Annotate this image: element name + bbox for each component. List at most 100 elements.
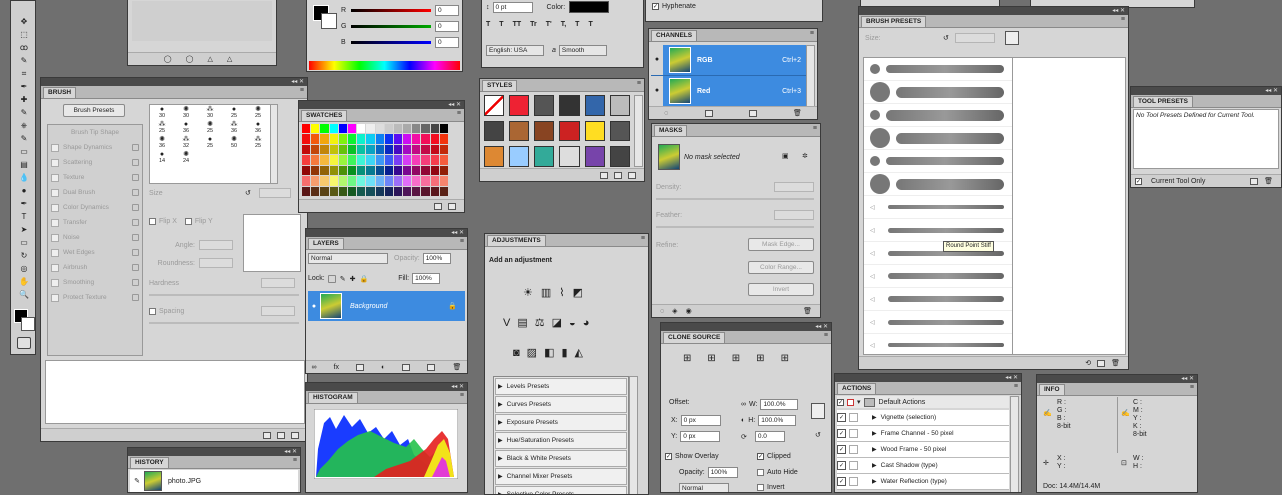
collapse-icon[interactable]: ◂◂ ✕ [284, 449, 297, 455]
color-swatch[interactable] [384, 176, 393, 186]
collapse-icon[interactable]: ◂◂ ✕ [1112, 8, 1125, 14]
color-swatch[interactable] [403, 155, 412, 165]
color-swatch[interactable] [311, 176, 320, 186]
brush-option-item[interactable]: Smoothing [48, 275, 142, 290]
delete-style-icon[interactable] [628, 171, 636, 179]
color-swatch[interactable] [439, 186, 448, 196]
color-swatch[interactable] [421, 165, 430, 176]
delete-swatch-icon[interactable] [448, 202, 456, 210]
red-value-field[interactable]: 0 [435, 5, 459, 16]
tab-styles[interactable]: STYLES [482, 80, 518, 91]
color-swatch[interactable] [357, 155, 366, 165]
type-style-button[interactable]: T [575, 21, 579, 28]
panel-menu-icon[interactable]: ≡ [293, 457, 297, 464]
tab-histogram[interactable]: HISTOGRAM [308, 392, 358, 403]
mask-edge-button[interactable]: Mask Edge... [748, 238, 814, 251]
clone-source-3-icon[interactable]: ⊞ [732, 353, 740, 364]
tab-masks[interactable]: MASKS [654, 125, 688, 136]
brush-option-lock-icon[interactable] [132, 174, 139, 181]
panel-menu-icon[interactable]: ≡ [813, 125, 817, 132]
adjustment-preset-item[interactable]: ▶ Hue/Saturation Presets [495, 432, 627, 449]
style-swatch[interactable] [509, 95, 530, 116]
color-swatch[interactable] [366, 176, 375, 186]
overlay-opacity-field[interactable]: 100% [707, 467, 738, 478]
brush-panel-toggle-icon[interactable] [1004, 31, 1019, 45]
layer-style-icon[interactable]: fx [334, 364, 339, 371]
brush-tip-cell[interactable]: ✺ 25 [246, 105, 270, 120]
style-swatch[interactable] [534, 95, 555, 116]
color-swatch[interactable] [347, 186, 357, 196]
brush-option-checkbox[interactable] [51, 278, 59, 287]
color-swatch[interactable] [403, 165, 412, 176]
color-swatch[interactable] [366, 134, 375, 144]
green-value-field[interactable]: 0 [435, 21, 459, 32]
expand-arrow-icon[interactable]: ▶ [872, 478, 877, 485]
action-item[interactable]: ✓ ▶ Vignette (selection) [837, 410, 1009, 426]
action-set-row[interactable]: ✓ ▾ Default Actions [837, 396, 1009, 408]
healing-brush-tool-icon[interactable]: ✚ [14, 93, 34, 106]
background-color-chip[interactable] [321, 13, 337, 29]
color-swatch[interactable] [320, 155, 329, 165]
type-style-button[interactable]: T, [561, 21, 566, 28]
color-swatch[interactable] [393, 165, 403, 176]
panel-menu-icon[interactable]: ≡ [810, 30, 814, 37]
action-dialog-toggle[interactable] [849, 461, 858, 470]
color-swatch[interactable] [329, 186, 338, 196]
type-tool-icon[interactable]: T [14, 210, 34, 223]
color-swatch[interactable] [329, 165, 338, 176]
style-swatch[interactable] [559, 120, 580, 142]
brush-option-item[interactable]: Brush Tip Shape [48, 125, 142, 140]
color-swatch[interactable] [357, 176, 366, 186]
clone-source-2-icon[interactable]: ⊞ [707, 353, 715, 364]
zoom-tool-icon[interactable]: 🔍 [14, 288, 34, 301]
panel-menu-icon[interactable]: ≡ [641, 235, 645, 242]
brush-preset-item[interactable] [864, 104, 1012, 127]
color-balance-icon[interactable]: ⚖ [535, 316, 545, 329]
path-selection-tool-icon[interactable]: ➤ [14, 223, 34, 236]
color-swatch[interactable] [412, 165, 421, 176]
color-swatch[interactable] [329, 124, 338, 134]
new-layer-icon[interactable] [427, 363, 436, 371]
brush-option-lock-icon[interactable] [132, 249, 139, 256]
tab-history[interactable]: HISTORY [130, 457, 169, 468]
eraser-tool-icon[interactable]: ▭ [14, 145, 34, 158]
gradient-map-icon[interactable]: ▮ [561, 346, 567, 359]
brush-option-checkbox[interactable] [51, 263, 59, 272]
type-style-button[interactable]: T [499, 21, 503, 28]
brush-tip-cell[interactable]: ⁂ 25 [246, 135, 270, 150]
color-swatch[interactable] [384, 155, 393, 165]
clone-stamp-tool-icon[interactable]: ⎈ [14, 119, 34, 132]
spacing-checkbox[interactable] [149, 307, 156, 315]
action-item[interactable]: ✓ ▶ Wood Frame - 50 pixel [837, 442, 1009, 458]
expand-arrow-icon[interactable]: ▶ [498, 383, 503, 390]
brush-tip-cell[interactable]: ● 25 [222, 105, 246, 120]
load-selection-icon[interactable]: ◌ [664, 110, 668, 117]
rotate-icon[interactable]: ⟳ [741, 433, 747, 441]
invert-overlay-checkbox[interactable] [757, 484, 764, 491]
create-new-preset-icon[interactable] [291, 431, 299, 439]
color-range-button[interactable]: Color Range... [748, 261, 814, 274]
color-swatch[interactable] [393, 134, 403, 144]
levels-icon[interactable]: ▥ [541, 286, 551, 299]
vibrance-icon[interactable]: V [503, 317, 510, 329]
color-swatch[interactable] [338, 124, 347, 134]
color-swatch[interactable] [412, 155, 421, 165]
text-color-swatch[interactable] [569, 1, 610, 13]
type-style-button[interactable]: TT [513, 21, 522, 28]
brush-option-lock-icon[interactable] [132, 279, 139, 286]
collapse-icon[interactable]: ◂◂ ✕ [448, 102, 461, 108]
brush-option-item[interactable]: Transfer [48, 215, 142, 230]
color-swatch[interactable] [338, 186, 347, 196]
color-swatch[interactable] [375, 124, 384, 134]
action-toggle-checkbox[interactable]: ✓ [837, 429, 846, 438]
color-swatch[interactable] [366, 165, 375, 176]
color-swatch[interactable] [311, 186, 320, 196]
color-swatch[interactable] [302, 134, 311, 144]
brush-option-checkbox[interactable] [51, 248, 59, 257]
color-swatch[interactable] [347, 124, 357, 134]
brush-option-item[interactable]: Color Dynamics [48, 200, 142, 215]
visibility-eye-icon[interactable]: ● [651, 76, 663, 106]
expand-arrow-icon[interactable]: ▶ [498, 473, 503, 480]
color-swatch[interactable] [347, 155, 357, 165]
color-swatch[interactable] [421, 155, 430, 165]
